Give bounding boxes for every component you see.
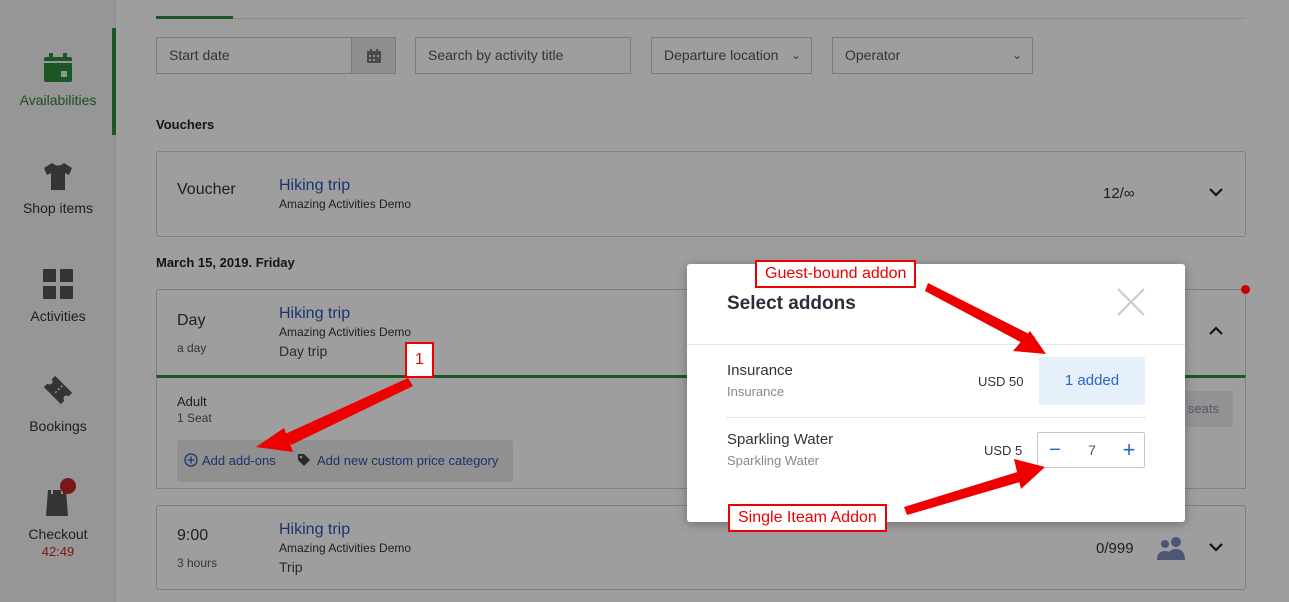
notification-dot: [1241, 285, 1250, 294]
annotation-guest-bound: Guest-bound addon: [755, 260, 917, 288]
increment-button[interactable]: +: [1112, 433, 1146, 467]
modal-title: Select addons: [727, 293, 856, 314]
addon-subtitle: Insurance: [727, 384, 785, 399]
annotation-text: Single Iteam Addon: [738, 509, 877, 526]
annotation-step-one: 1: [405, 342, 434, 378]
addon-added-button[interactable]: 1 added: [1039, 357, 1145, 405]
addon-name: Insurance: [727, 362, 793, 379]
close-icon[interactable]: [1115, 286, 1147, 318]
addon-name: Sparkling Water: [727, 431, 834, 448]
addon-row-separator: [727, 417, 1145, 418]
annotation-text: Guest-bound addon: [765, 265, 907, 282]
select-addons-modal: Select addons Insurance Insurance USD 50…: [687, 264, 1185, 522]
annotation-single-item: Single Iteam Addon: [728, 504, 887, 532]
addon-added-label: 1 added: [1064, 372, 1120, 389]
annotation-text: 1: [415, 351, 424, 368]
decrement-button[interactable]: −: [1038, 433, 1072, 467]
addon-subtitle: Sparkling Water: [727, 453, 819, 468]
quantity-stepper: − 7 +: [1037, 432, 1145, 468]
addon-price: USD 50: [978, 374, 1024, 389]
modal-divider: [687, 344, 1185, 345]
quantity-value[interactable]: 7: [1072, 433, 1112, 467]
addon-price: USD 5: [984, 443, 1023, 458]
